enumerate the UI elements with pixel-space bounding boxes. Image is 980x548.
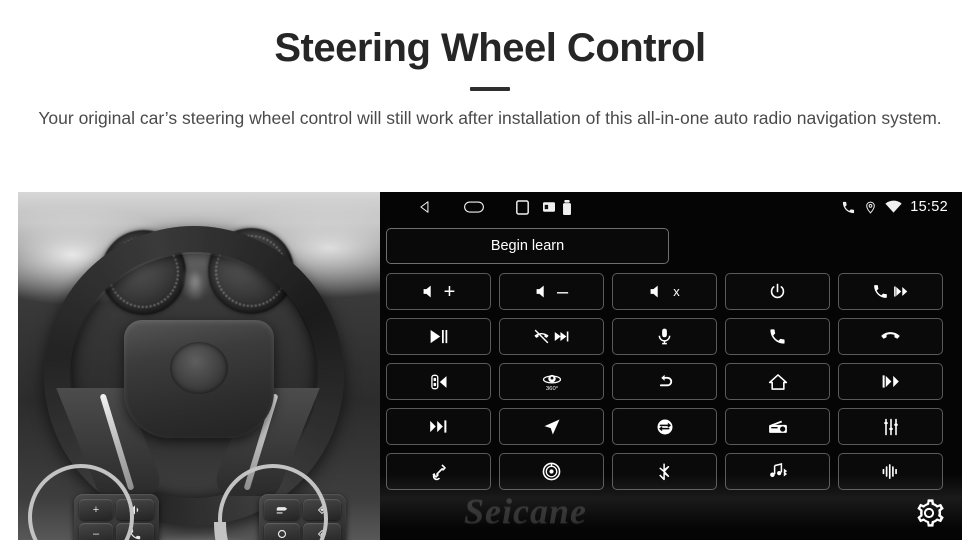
- next-track-button[interactable]: [386, 408, 491, 445]
- home-button[interactable]: [725, 363, 830, 400]
- seicane-watermark: Seicane: [464, 491, 587, 531]
- back-icon[interactable]: [418, 200, 432, 214]
- call-icon: [770, 329, 785, 344]
- volume-up-button[interactable]: +: [386, 273, 491, 310]
- source-swap-icon: [657, 419, 672, 434]
- voice-wave-icon: [882, 464, 897, 479]
- page-title: Steering Wheel Control: [274, 26, 706, 70]
- home-icon[interactable]: [464, 200, 484, 214]
- navigation-icon: [544, 419, 559, 434]
- answer-call-prev-button[interactable]: [838, 273, 943, 310]
- mute-icon: [650, 285, 658, 298]
- sd-card-icon: [543, 202, 555, 212]
- power-button[interactable]: [725, 273, 830, 310]
- volume-down-icon: [536, 285, 544, 298]
- back-arrow-icon: [659, 374, 672, 386]
- minus-symbol: –: [556, 280, 569, 303]
- home-house-icon: [768, 373, 787, 390]
- settings-button[interactable]: [910, 494, 948, 532]
- x-symbol: x: [673, 284, 680, 299]
- steering-wheel-photo: + –: [18, 192, 380, 540]
- play-pause-button[interactable]: [386, 318, 491, 355]
- microphone-icon: [658, 328, 671, 345]
- parking-sensor-button[interactable]: [386, 363, 491, 400]
- hangup-button[interactable]: [838, 318, 943, 355]
- android-head-unit-screen: 15:52 Begin learn + – x 360° Seicane: [380, 192, 962, 540]
- previous-track-icon: [882, 375, 899, 388]
- hangup-next-button[interactable]: [499, 318, 604, 355]
- answer-prev-icon: [874, 285, 887, 298]
- back-button[interactable]: [612, 363, 717, 400]
- camera-360-button[interactable]: 360°: [499, 363, 604, 400]
- page-header: Steering Wheel Control Your original car…: [0, 0, 980, 131]
- hangup-next-icon: [534, 329, 549, 344]
- bluetooth-button[interactable]: [612, 453, 717, 490]
- yellow-arrow-pointing-right: [214, 514, 380, 540]
- plus-symbol: +: [443, 280, 456, 303]
- swc-button-grid: + – x 360°: [386, 273, 954, 490]
- camera-360-icon: 360°: [542, 374, 561, 392]
- next-track-icon: [430, 420, 447, 433]
- equalizer-icon: [883, 418, 898, 435]
- location-icon: [864, 200, 877, 215]
- volume-up-icon: [423, 285, 431, 298]
- equalizer-button[interactable]: [838, 408, 943, 445]
- svg-text:360°: 360°: [545, 386, 557, 392]
- recents-icon[interactable]: [516, 199, 529, 215]
- navigation-button[interactable]: [499, 408, 604, 445]
- bluetooth-music-button[interactable]: [725, 453, 830, 490]
- play-pause-icon: [430, 329, 448, 344]
- power-icon: [770, 283, 785, 299]
- aux-button[interactable]: [386, 453, 491, 490]
- phone-status-icon: [841, 200, 856, 215]
- status-bar-clock: 15:52: [910, 199, 948, 215]
- parking-sensor-icon: [430, 374, 446, 389]
- title-divider: [470, 86, 510, 91]
- wifi-icon: [885, 200, 902, 214]
- disc-icon: [542, 462, 561, 481]
- airbag-emblem: [170, 342, 228, 394]
- disc-button[interactable]: [499, 453, 604, 490]
- radio-button[interactable]: [725, 408, 830, 445]
- previous-track-button[interactable]: [838, 363, 943, 400]
- android-status-bar: 15:52: [380, 192, 962, 222]
- content-area: + – 15:52 Begin learn + – x 360° Seicane: [18, 192, 962, 540]
- radio-icon: [768, 420, 787, 433]
- usb-icon: [563, 199, 571, 215]
- volume-down-button[interactable]: –: [499, 273, 604, 310]
- bluetooth-icon: [659, 463, 670, 481]
- bluetooth-music-icon: [769, 462, 787, 477]
- microphone-button[interactable]: [612, 318, 717, 355]
- voice-button[interactable]: [838, 453, 943, 490]
- hangup-icon: [881, 332, 900, 339]
- answer-call-button[interactable]: [725, 318, 830, 355]
- begin-learn-button[interactable]: Begin learn: [386, 228, 669, 264]
- source-button[interactable]: [612, 408, 717, 445]
- begin-learn-row: Begin learn: [380, 222, 962, 264]
- page-subtitle: Your original car’s steering wheel contr…: [38, 107, 942, 128]
- gear-icon: [917, 499, 944, 527]
- aux-plug-icon: [432, 464, 446, 481]
- mute-button[interactable]: x: [612, 273, 717, 310]
- page-root: Steering Wheel Control Your original car…: [0, 0, 980, 548]
